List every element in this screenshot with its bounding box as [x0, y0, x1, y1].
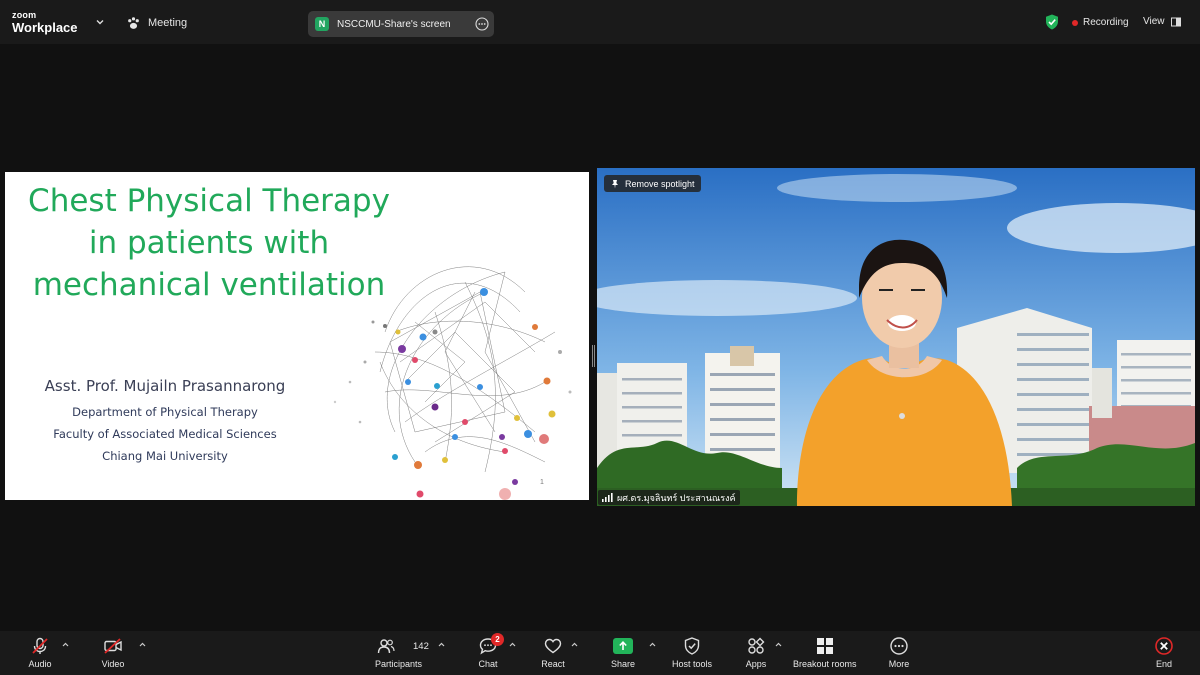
more-label: More [888, 659, 910, 669]
chevron-up-icon[interactable] [61, 640, 70, 649]
view-label: View [1143, 16, 1165, 27]
host-tools-button[interactable]: Host tools [672, 635, 712, 669]
chat-button[interactable]: 2 Chat [476, 633, 504, 669]
security-shield-icon[interactable] [1045, 14, 1059, 30]
share-status-text: NSCCMU-Share's screen [337, 18, 451, 30]
react-button[interactable]: React [541, 635, 565, 669]
apps-button[interactable]: Apps [744, 635, 768, 669]
chevron-up-icon[interactable] [774, 640, 783, 649]
ellipsis-circle-icon[interactable] [475, 17, 489, 31]
chevron-up-icon[interactable] [437, 640, 446, 649]
meeting-button[interactable]: Meeting [126, 13, 187, 33]
end-button[interactable]: End [1152, 635, 1176, 669]
remove-spotlight-label: Remove spotlight [625, 178, 695, 189]
chat-label: Chat [478, 659, 498, 669]
network-illustration [333, 266, 572, 500]
more-button[interactable]: More [887, 635, 911, 669]
chevron-up-icon[interactable] [508, 640, 517, 649]
chat-unread-badge: 2 [491, 633, 504, 646]
view-layout-icon [1170, 17, 1181, 26]
zoom-logo: zoom Workplace [12, 10, 78, 35]
top-bar: zoom Workplace Meeting N NSCCMU-Share's … [0, 0, 1200, 44]
audio-label: Audio [28, 659, 52, 669]
participants-label: Participants [375, 659, 423, 669]
grid-icon [816, 638, 833, 654]
meeting-label: Meeting [148, 17, 188, 29]
chevron-down-icon[interactable] [94, 16, 106, 28]
slide-title-line: Chest Physical Therapy [28, 183, 390, 219]
chevron-up-icon[interactable] [648, 640, 657, 649]
video-label: Video [101, 659, 125, 669]
shield-icon [684, 637, 700, 655]
meeting-toolbar: Audio Video Participants 142 2 Chat Reac… [0, 631, 1200, 675]
sharer-avatar: N [315, 17, 329, 31]
view-button[interactable]: View [1143, 16, 1181, 27]
recording-label: Recording [1083, 17, 1129, 28]
logo-line2: Workplace [12, 20, 78, 35]
close-circle-icon [1155, 637, 1173, 655]
remove-spotlight-button[interactable]: Remove spotlight [604, 175, 701, 192]
participant-name: ผศ.ดร.มุจลินทร์ ประสานณรงค์ [617, 492, 736, 503]
paw-icon [128, 16, 139, 29]
share-button[interactable]: Share [611, 635, 635, 669]
participant-name-tag: ผศ.ดร.มุจลินทร์ ประสานณรงค์ [598, 490, 740, 505]
breakout-rooms-label: Breakout rooms [793, 659, 857, 669]
chevron-up-icon[interactable] [138, 640, 147, 649]
apps-icon [748, 637, 765, 654]
host-tools-label: Host tools [672, 659, 713, 669]
screen-share-indicator[interactable]: N NSCCMU-Share's screen [308, 11, 494, 37]
react-label: React [541, 659, 565, 669]
speaker-video-tile[interactable]: Remove spotlight ผศ.ดร.มุจลินทร์ ประสานณ… [597, 168, 1195, 506]
logo-line1: zoom [12, 10, 37, 20]
breakout-rooms-button[interactable]: Breakout rooms [793, 635, 857, 669]
video-off-icon [104, 638, 122, 654]
end-label: End [1155, 659, 1172, 669]
pin-icon [612, 179, 618, 188]
slide-affiliation: Chiang Mai University [102, 449, 228, 463]
audio-button[interactable]: Audio [28, 635, 52, 669]
slide-affiliation: Department of Physical Therapy [72, 405, 258, 419]
apps-label: Apps [745, 659, 767, 669]
video-background-scene [597, 168, 1195, 506]
slide-affiliation: Faculty of Associated Medical Sciences [53, 427, 277, 441]
recording-dot-icon [1072, 19, 1078, 26]
share-arrow-icon [619, 641, 627, 650]
shared-slide: Chest Physical Therapy in patients with … [5, 172, 589, 500]
heart-icon [544, 638, 562, 654]
share-label: Share [611, 659, 636, 669]
mic-off-icon [32, 637, 48, 654]
slide-page-number: 1 [540, 479, 544, 486]
slide-author: Asst. Prof. Mujailn Prasannarong [44, 377, 286, 395]
split-resize-handle[interactable] [591, 345, 595, 367]
ellipsis-icon [890, 637, 908, 655]
people-icon [377, 639, 395, 654]
video-button[interactable]: Video [101, 635, 125, 669]
signal-strength-icon [602, 493, 613, 502]
chevron-up-icon[interactable] [570, 640, 579, 649]
participants-count: 142 [413, 641, 429, 652]
recording-indicator[interactable]: Recording [1072, 17, 1129, 28]
